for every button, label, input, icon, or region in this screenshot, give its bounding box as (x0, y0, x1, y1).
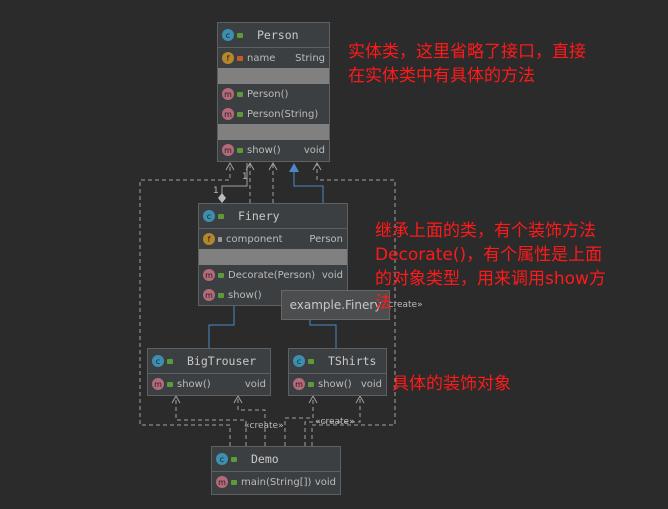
class-icon: c (293, 355, 305, 367)
field-icon: f (203, 233, 215, 245)
field-row[interactable]: f component Person (199, 229, 347, 249)
package-icon (218, 236, 222, 242)
private-lock-icon (237, 55, 243, 61)
method-icon: m (203, 289, 215, 301)
method-row[interactable]: m Person(String) (218, 104, 329, 124)
note-finery: 继承上面的类，有个装饰方法 Decorate()，有个属性是上面 的对象类型，用… (375, 221, 606, 313)
method-icon: m (152, 378, 164, 390)
method-row[interactable]: m show() void (148, 374, 270, 394)
field-row[interactable]: f name String (218, 48, 329, 68)
method-icon: m (293, 378, 305, 390)
class-icon: c (222, 29, 234, 41)
aggregation-diamond (218, 193, 226, 203)
class-icon: c (216, 453, 228, 465)
note-person: 实体类，这里省略了接口，直接 在实体类中有具体的方法 (348, 42, 586, 86)
class-bigtrouser[interactable]: c BigTrouser m show() void (147, 348, 271, 396)
note-concrete: 具体的装饰对象 (392, 374, 511, 394)
class-icon: c (203, 210, 215, 222)
method-row[interactable]: m show() void (218, 140, 329, 160)
public-icon (237, 32, 243, 38)
method-row[interactable]: m Person() (218, 84, 329, 104)
method-icon: m (222, 108, 234, 120)
class-demo[interactable]: c Demo m main(String[]) void (211, 446, 341, 495)
method-row[interactable]: m Decorate(Person) void (199, 265, 347, 285)
tooltip: example.Finery (281, 290, 390, 320)
method-icon: m (203, 269, 215, 281)
create-label: «create» (315, 417, 355, 427)
method-row[interactable]: m show() void (289, 374, 386, 394)
class-tshirts[interactable]: c TShirts m show() void (288, 348, 387, 396)
class-person[interactable]: c Person f name String m Person() m Person(St… (217, 22, 330, 162)
create-label: «create» (244, 421, 284, 431)
field-icon: f (222, 52, 234, 64)
class-icon: c (152, 355, 164, 367)
method-row[interactable]: m main(String[]) void (212, 472, 340, 492)
method-icon: m (222, 88, 234, 100)
method-icon: m (216, 476, 228, 488)
method-icon: m (222, 144, 234, 156)
multiplicity: 1 (242, 172, 248, 182)
multiplicity: 1 (213, 186, 219, 196)
